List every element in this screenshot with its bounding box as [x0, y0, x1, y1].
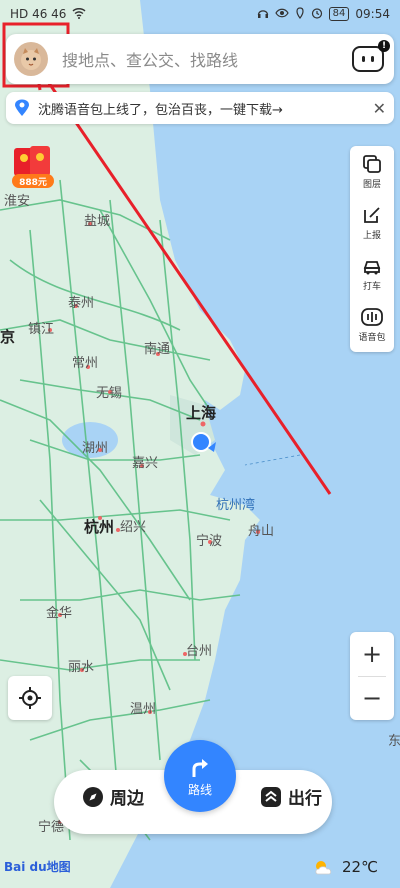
map-label-shanghai: 上海 — [186, 404, 217, 422]
locate-me-button[interactable] — [8, 676, 52, 720]
edit-icon — [364, 206, 380, 223]
map-label-jiaxing: 嘉兴 — [132, 456, 159, 471]
map-label-zhoushan: 舟山 — [248, 524, 275, 539]
taxi-button[interactable]: 打车 — [350, 248, 394, 299]
report-label: 上报 — [362, 230, 381, 241]
notice-banner[interactable]: 沈腾语音包上线了，包治百丧，一键下载→ ✕ — [6, 92, 394, 124]
search-input[interactable]: 搜地点、查公交、找路线 — [62, 47, 352, 71]
alarm-icon — [311, 7, 323, 22]
weather-widget[interactable]: 22℃ — [312, 858, 378, 876]
map-label-nanjing: 京 — [0, 328, 16, 346]
red-packet-label: 888元 — [19, 178, 47, 188]
map-label-taizhou-zj: 台州 — [186, 644, 213, 659]
clock: 09:54 — [355, 7, 390, 21]
map-label-taizhou-js: 泰州 — [68, 296, 95, 311]
status-bar-left: HD 46 46 — [10, 7, 86, 22]
headset-icon — [257, 7, 269, 22]
map-label-ningbo: 宁波 — [196, 534, 223, 549]
eye-icon — [274, 7, 289, 21]
voice-assistant-button[interactable]: ! — [352, 40, 390, 72]
baidu-map-logo: Bai du地图 — [4, 860, 71, 874]
map-label-jinhua: 金华 — [46, 606, 73, 621]
network-indicator: HD 46 46 — [10, 7, 67, 21]
map-label-lishui: 丽水 — [68, 660, 95, 675]
map-label-dong: 东 — [388, 734, 400, 749]
avatar[interactable] — [14, 42, 48, 76]
location-pin-icon — [15, 99, 29, 116]
voice-pack-button[interactable]: 语音包 — [350, 299, 394, 350]
partly-cloudy-icon — [315, 861, 332, 875]
travel-icon — [261, 786, 281, 807]
zoom-in-button[interactable]: + — [350, 632, 394, 676]
map-label-shaoxing: 绍兴 — [120, 520, 147, 535]
voice-pack-icon — [361, 307, 383, 326]
turn-right-icon — [192, 758, 208, 777]
route-label: 路线 — [187, 782, 212, 797]
zoom-out-button[interactable]: − — [350, 676, 394, 720]
wifi-icon — [72, 7, 86, 22]
layers-button[interactable]: 图层 — [350, 146, 394, 197]
notice-text[interactable]: 沈腾语音包上线了，包治百丧，一键下载→ — [38, 99, 373, 118]
location-icon — [295, 6, 305, 22]
voice-pack-label: 语音包 — [358, 332, 386, 343]
battery-indicator: 84 — [328, 7, 350, 21]
map-label-wuxi: 无锡 — [96, 386, 123, 401]
search-bar[interactable]: 搜地点、查公交、找路线 ! — [6, 34, 394, 84]
map-label-zhenjiang: 镇江 — [28, 322, 55, 337]
user-avatar-icon — [21, 48, 41, 70]
zoom-control: + − — [350, 632, 394, 720]
robot-face-icon — [362, 56, 374, 62]
map-label-yancheng: 盐城 — [84, 214, 111, 229]
status-bar: HD 46 46 84 09:54 — [0, 0, 400, 28]
alert-badge-icon: ! — [378, 40, 390, 52]
map-label-huaian: 淮安 — [4, 194, 31, 209]
red-packet-promo[interactable]: 888元 — [8, 144, 58, 192]
close-icon[interactable]: ✕ — [373, 99, 386, 118]
crosshair-icon — [19, 687, 41, 709]
route-button[interactable]: 路线 — [164, 740, 236, 834]
map-label-hangzhouwan: 杭州湾 — [216, 498, 256, 513]
map-label-hangzhou: 杭州 — [84, 518, 115, 536]
taxi-label: 打车 — [362, 281, 381, 292]
nearby-button[interactable]: 周边 — [82, 784, 144, 809]
weather-temp: 22℃ — [342, 858, 378, 876]
map-label-wenzhou: 温州 — [130, 702, 157, 717]
report-button[interactable]: 上报 — [350, 197, 394, 248]
layers-label: 图层 — [362, 179, 381, 190]
map-tools-panel: 图层 上报 打车 语音包 — [350, 146, 394, 352]
compass-icon — [83, 786, 103, 807]
status-bar-right: 84 09:54 — [257, 6, 390, 22]
taxi-icon — [363, 260, 381, 274]
map-label-nantong: 南通 — [144, 342, 171, 357]
travel-button[interactable]: 出行 — [260, 784, 322, 809]
nearby-label: 周边 — [110, 789, 144, 809]
map-label-huzhou: 湖州 — [82, 441, 109, 456]
route-circle[interactable]: 路线 — [164, 740, 236, 812]
map-label-changzhou: 常州 — [72, 356, 99, 371]
layers-icon — [363, 154, 381, 173]
travel-label: 出行 — [288, 789, 322, 809]
